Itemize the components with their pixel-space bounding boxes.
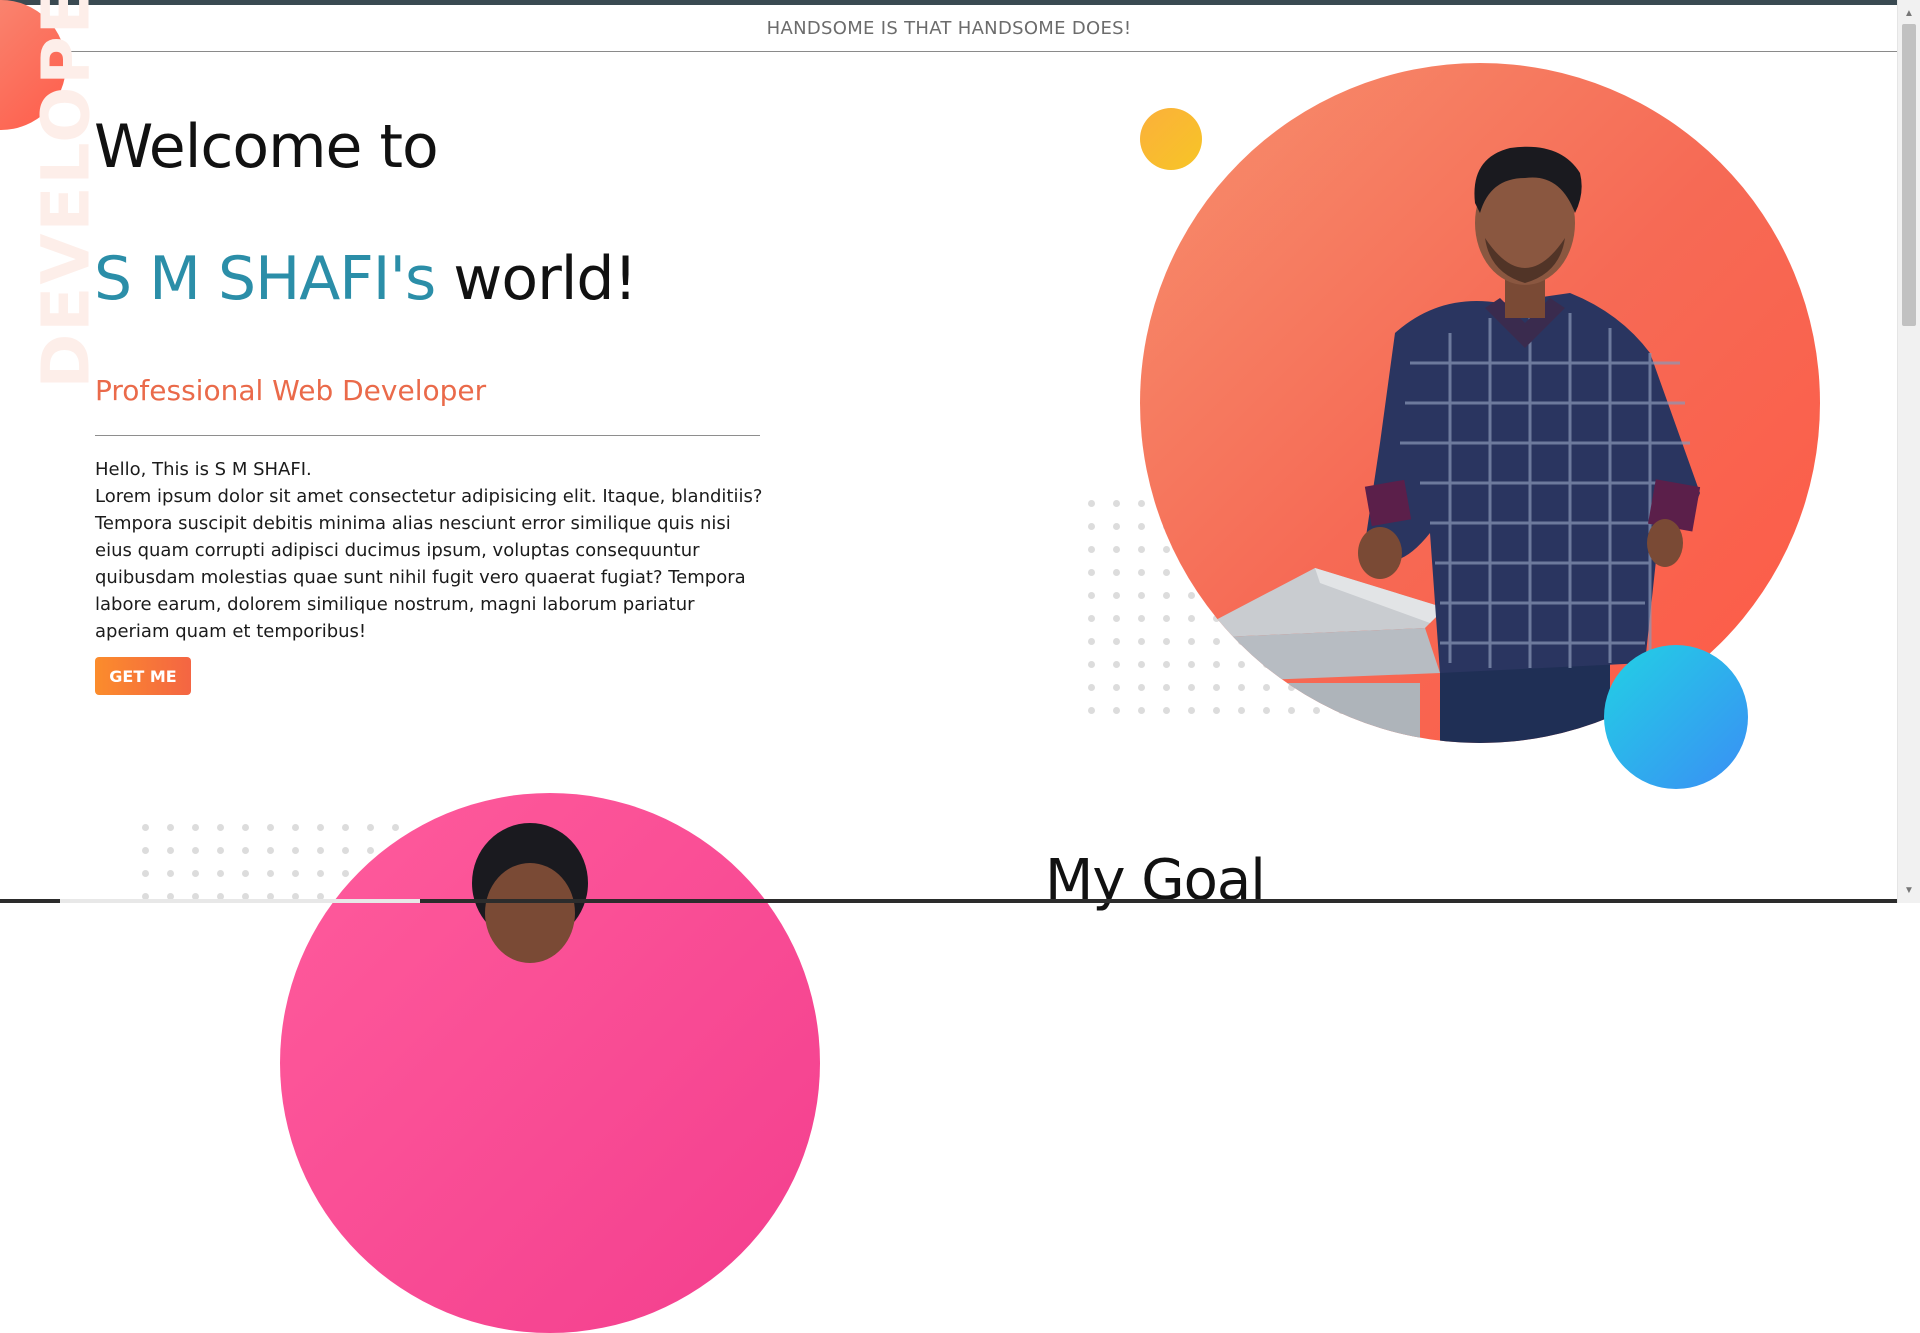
pattern-dot (1088, 546, 1095, 553)
pattern-dot (1113, 707, 1120, 714)
pattern-dot (392, 824, 399, 831)
welcome-text: Welcome to (94, 112, 439, 182)
goal-portrait (280, 793, 820, 1333)
pattern-dot (317, 824, 324, 831)
pattern-dot (342, 847, 349, 854)
world-text: world! (453, 244, 637, 314)
tagline-bar: HANDSOME IS THAT HANDSOME DOES! (0, 5, 1898, 52)
side-watermark-text: DEVELOPER (27, 0, 105, 389)
pattern-dot (167, 824, 174, 831)
pattern-dot (192, 870, 199, 877)
pattern-dot (1113, 569, 1120, 576)
pattern-dot (1113, 684, 1120, 691)
pattern-dot (292, 870, 299, 877)
pattern-dot (1088, 592, 1095, 599)
pattern-dot (342, 870, 349, 877)
pattern-dot (367, 847, 374, 854)
pattern-dot (317, 870, 324, 877)
blue-circle-decoration (1604, 645, 1748, 789)
triangle-down-icon[interactable]: ▼ (1898, 881, 1920, 899)
tagline-text: HANDSOME IS THAT HANDSOME DOES! (766, 17, 1132, 39)
person-illustration (1190, 146, 1701, 743)
description-paragraph: Lorem ipsum dolor sit amet consectetur a… (95, 486, 763, 642)
owner-name: S M SHAFI's (94, 244, 436, 314)
pattern-dot (142, 824, 149, 831)
pattern-dot (242, 870, 249, 877)
pattern-dot (1088, 638, 1095, 645)
pattern-dot (1088, 661, 1095, 668)
greeting-line: Hello, This is S M SHAFI. (95, 459, 312, 480)
pattern-dot (1113, 546, 1120, 553)
pattern-dot (192, 847, 199, 854)
pattern-dot (317, 847, 324, 854)
pattern-dot (367, 824, 374, 831)
pattern-dot (1113, 523, 1120, 530)
pattern-dot (1088, 569, 1095, 576)
pattern-dot (217, 847, 224, 854)
intro-text: Hello, This is S M SHAFI. Lorem ipsum do… (95, 456, 765, 645)
pattern-dot (1088, 523, 1095, 530)
welcome-heading: Welcome to (94, 112, 439, 182)
pattern-dot (1088, 684, 1095, 691)
goal-heading: My Goal (1045, 848, 1266, 913)
pattern-dot (217, 824, 224, 831)
pattern-dot (242, 824, 249, 831)
pattern-dot (1113, 592, 1120, 599)
role-title: Professional Web Developer (95, 374, 487, 407)
person-illustration-lower (472, 823, 588, 963)
pattern-dot (267, 824, 274, 831)
pattern-dot (292, 824, 299, 831)
pattern-dot (167, 870, 174, 877)
pattern-dot (192, 824, 199, 831)
name-heading: S M SHAFI's world! (94, 244, 638, 314)
pattern-dot (142, 870, 149, 877)
section-divider (95, 435, 760, 436)
triangle-up-icon[interactable]: ▲ (1898, 4, 1920, 22)
pattern-dot (217, 870, 224, 877)
pattern-dot (1113, 500, 1120, 507)
pattern-dot (142, 847, 149, 854)
pattern-dot (342, 824, 349, 831)
hero-portrait (1140, 63, 1820, 743)
pattern-dot (267, 870, 274, 877)
pattern-dot (1088, 707, 1095, 714)
pattern-dot (1113, 661, 1120, 668)
pattern-dot (1113, 638, 1120, 645)
pattern-dot (1113, 615, 1120, 622)
pattern-dot (242, 847, 249, 854)
pattern-dot (267, 847, 274, 854)
pattern-dot (1088, 500, 1095, 507)
pattern-dot (167, 847, 174, 854)
get-me-button[interactable]: GET ME (95, 657, 191, 695)
vertical-scrollbar[interactable]: ▲ ▼ (1897, 0, 1920, 903)
bottom-highlight (60, 899, 420, 903)
scrollbar-thumb[interactable] (1902, 24, 1916, 326)
pattern-dot (1088, 615, 1095, 622)
pattern-dot (292, 847, 299, 854)
